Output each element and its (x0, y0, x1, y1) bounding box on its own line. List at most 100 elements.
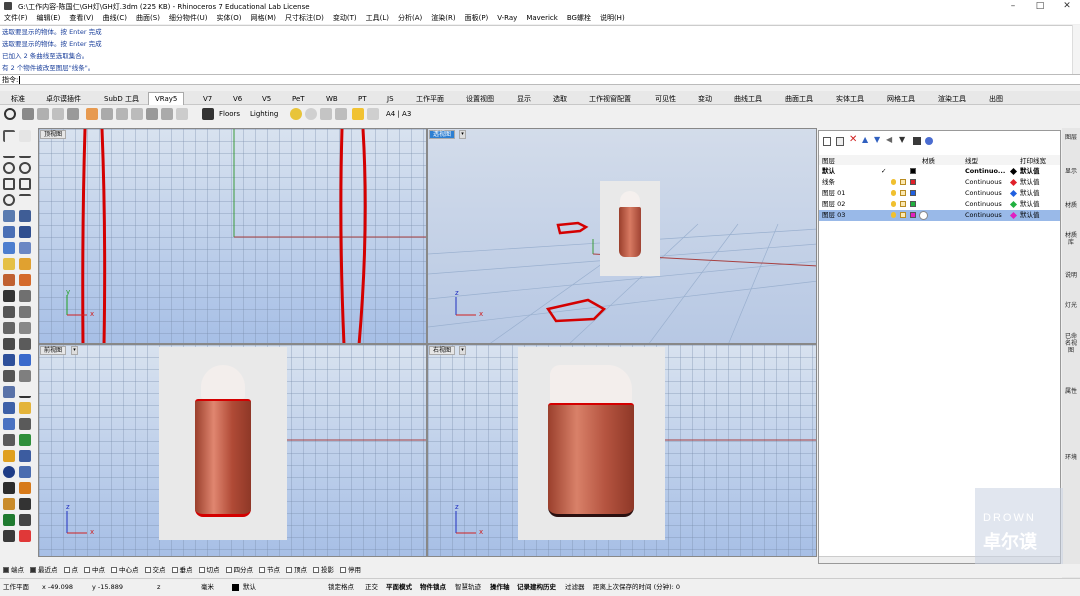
lighting-label[interactable]: Lighting (250, 110, 278, 118)
status-layer[interactable]: 默认 (243, 579, 256, 596)
select-arrow-icon[interactable] (3, 130, 15, 142)
circle-icon[interactable] (3, 162, 15, 174)
checkbox-icon[interactable] (259, 567, 265, 573)
tab-cplane[interactable]: 工作平面 (416, 93, 444, 105)
command-input[interactable]: 指令: (0, 74, 1080, 85)
checkbox-icon[interactable] (111, 567, 117, 573)
tab-js[interactable]: JS (387, 93, 394, 105)
checkbox-icon[interactable] (63, 567, 70, 573)
viewport-front[interactable]: 前视图 ▾ z x (38, 344, 427, 557)
sphere-blue-icon[interactable] (3, 466, 15, 478)
fillet-curve-icon[interactable] (19, 194, 31, 206)
vray-proxy-icon[interactable] (116, 108, 128, 120)
lock-icon[interactable] (900, 201, 906, 207)
move-icon[interactable] (3, 306, 15, 318)
bird-icon[interactable] (3, 514, 15, 526)
checkbox-icon[interactable] (225, 567, 232, 573)
layer-color-swatch[interactable] (910, 179, 916, 185)
tab-layout[interactable]: 出图 (989, 93, 1003, 105)
ies-light-icon[interactable] (367, 108, 379, 120)
menu-help[interactable]: 说明(H) (600, 13, 625, 24)
osnap-disable[interactable]: 停用 (340, 564, 361, 577)
vray-lights-icon[interactable] (67, 108, 79, 120)
boolean-union-icon[interactable] (3, 258, 15, 270)
ellipse-icon[interactable] (3, 194, 15, 206)
tools-icon[interactable] (913, 137, 921, 145)
polyline-icon[interactable] (3, 146, 15, 158)
vray-clipper-icon[interactable] (146, 108, 158, 120)
rectangle-icon[interactable] (3, 178, 15, 190)
menu-file[interactable]: 文件(F) (4, 13, 28, 24)
menu-maverick[interactable]: Maverick (526, 13, 558, 24)
rotate-icon[interactable] (19, 322, 31, 334)
menu-panels[interactable]: 面板(P) (465, 13, 489, 24)
move-up-icon[interactable]: ▲ (862, 135, 868, 144)
tab-viewport-layout[interactable]: 工作视窗配置 (589, 93, 631, 105)
vray-material-icon[interactable] (86, 108, 98, 120)
curve-icon[interactable] (19, 146, 31, 158)
viewport-label-right[interactable]: 右视图 (429, 346, 456, 355)
properties-icon[interactable] (19, 418, 31, 430)
osnap-mid[interactable]: 中点 (84, 564, 105, 577)
sphere-light-icon[interactable] (320, 108, 332, 120)
menu-analyze[interactable]: 分析(A) (398, 13, 422, 24)
loft-icon[interactable] (19, 210, 31, 222)
save-small-icon[interactable] (19, 498, 31, 510)
checkbox-icon[interactable] (84, 567, 90, 573)
history-scrollbar[interactable] (1072, 25, 1080, 74)
menu-render[interactable]: 渲染(R) (431, 13, 455, 24)
col-material[interactable]: 材质 (922, 155, 935, 165)
tab-pet[interactable]: PeT (292, 93, 305, 105)
floors-label[interactable]: Floors (219, 110, 240, 118)
delete-layer-icon[interactable]: ✕ (849, 135, 857, 145)
menu-dimension[interactable]: 尺寸标注(D) (285, 13, 324, 24)
viewport-perspective[interactable]: 透视图 ▾ z x (427, 128, 817, 344)
orient-icon[interactable] (19, 354, 31, 366)
mirror-icon[interactable] (19, 338, 31, 350)
tab-standard[interactable]: 标准 (11, 93, 25, 105)
panel-tab-material-library[interactable]: 材质库 (1064, 232, 1078, 246)
osnap-center[interactable]: 中心点 (111, 564, 139, 577)
status-ortho[interactable]: 正交 (365, 579, 378, 596)
layer-color-swatch[interactable] (910, 201, 916, 207)
crossing-icon[interactable] (3, 482, 15, 494)
checkbox-icon[interactable] (171, 567, 178, 573)
menu-tools[interactable]: 工具(L) (366, 13, 389, 24)
checkbox-icon[interactable] (286, 567, 292, 573)
panel-tab-layers[interactable]: 图层 (1064, 134, 1078, 141)
status-history[interactable]: 记录建构历史 (517, 579, 556, 596)
text-icon[interactable] (3, 322, 15, 334)
osnap-end[interactable]: 端点 (3, 564, 24, 577)
osnap-near[interactable]: 最近点 (30, 564, 58, 577)
trim-icon[interactable] (19, 274, 31, 286)
osnap-intersection[interactable]: 交点 (144, 564, 166, 577)
snap-icon[interactable] (3, 450, 15, 462)
material-sphere-icon[interactable] (919, 211, 928, 220)
osnap-vertex[interactable]: 顶点 (286, 564, 307, 577)
lock-icon[interactable] (900, 179, 906, 185)
panel-tab-properties[interactable]: 属性 (1064, 388, 1078, 395)
sun-light-icon[interactable] (290, 108, 302, 120)
move-down-icon[interactable]: ▼ (874, 135, 880, 144)
green-tool-icon[interactable] (19, 434, 31, 446)
checkbox-icon[interactable] (313, 567, 319, 573)
light-icon[interactable] (19, 402, 31, 414)
dome-light-icon[interactable] (305, 108, 317, 120)
maximize-button[interactable]: □ (1027, 0, 1053, 13)
layer-color-swatch[interactable] (910, 190, 916, 196)
tab-set-view[interactable]: 设置视图 (466, 93, 494, 105)
vray-frame-buffer-icon[interactable] (52, 108, 64, 120)
revolve-icon[interactable] (19, 242, 31, 254)
layer-color-swatch[interactable] (910, 168, 916, 174)
check-icon[interactable] (4, 108, 16, 120)
move-left-icon[interactable]: ◀ (886, 135, 892, 144)
tab-select[interactable]: 选取 (553, 93, 567, 105)
split-icon[interactable] (19, 290, 31, 302)
history-icon[interactable] (3, 434, 15, 446)
tab-v7[interactable]: V7 (203, 93, 212, 105)
osnap-point[interactable]: 点 (63, 564, 78, 577)
tab-v6[interactable]: V6 (233, 93, 242, 105)
render-icon[interactable] (3, 418, 15, 430)
distribute-icon[interactable] (19, 450, 31, 462)
status-osnap[interactable]: 物件锁点 (420, 579, 446, 596)
